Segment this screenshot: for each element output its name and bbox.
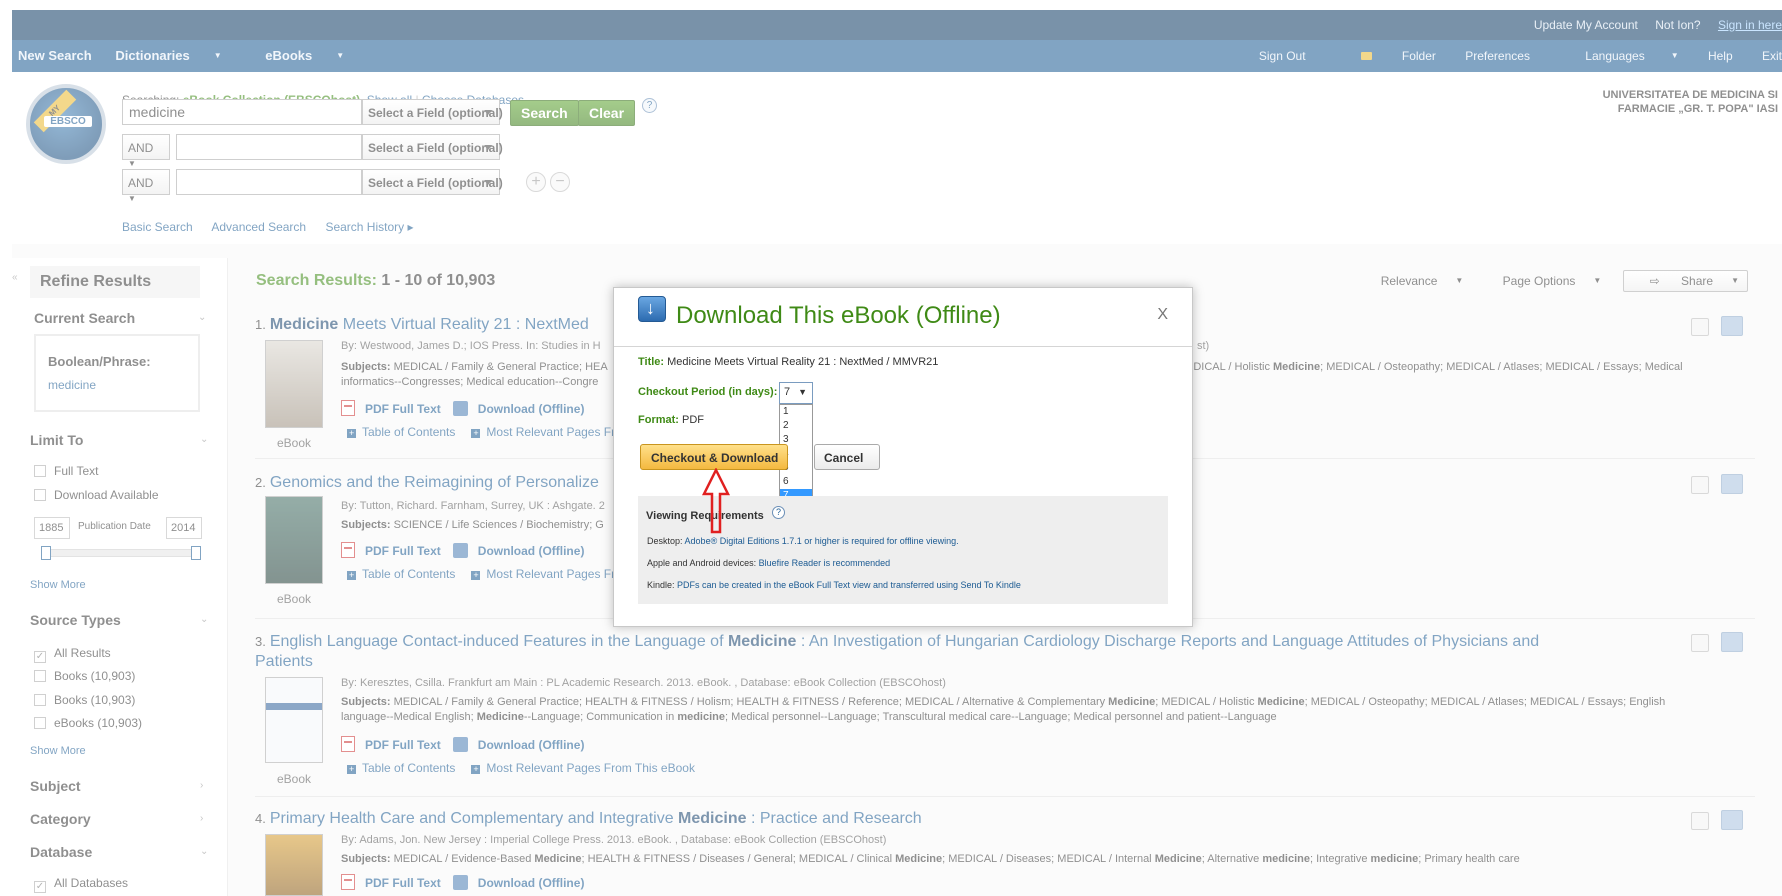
dialog-title: Download This eBook (Offline) bbox=[676, 302, 1001, 329]
chevron-down-icon: ▼ bbox=[798, 387, 807, 397]
red-arrow-annotation bbox=[701, 468, 731, 534]
kindle-label: Kindle: bbox=[647, 580, 675, 590]
download-ebook-dialog: Download This eBook (Offline) X Title: M… bbox=[613, 287, 1193, 627]
checkout-period-select[interactable]: 7 ▼ bbox=[779, 382, 813, 404]
cancel-button[interactable]: Cancel bbox=[814, 444, 880, 470]
period-label: Checkout Period (in days): bbox=[638, 386, 778, 398]
mobile-requirement: Apple and Android devices: Bluefire Read… bbox=[647, 558, 890, 568]
title-label: Title: bbox=[638, 356, 665, 368]
period-option[interactable]: 2 bbox=[780, 419, 812, 433]
mobile-label: Apple and Android devices: bbox=[647, 558, 757, 568]
dialog-divider bbox=[614, 346, 1192, 347]
checkout-download-button[interactable]: Checkout & Download bbox=[640, 444, 788, 470]
desktop-label: Desktop: bbox=[647, 536, 683, 546]
format-row: Format: PDF bbox=[638, 414, 704, 426]
close-icon[interactable]: X bbox=[1157, 306, 1168, 324]
dialog-title-row: Title: Medicine Meets Virtual Reality 21… bbox=[638, 356, 938, 368]
download-icon bbox=[638, 296, 666, 322]
period-option[interactable]: 6 bbox=[780, 475, 812, 489]
format-label: Format: bbox=[638, 414, 679, 426]
bluefire-link[interactable]: Bluefire Reader is recommended bbox=[759, 558, 891, 568]
kindle-link[interactable]: PDFs can be created in the eBook Full Te… bbox=[677, 580, 1021, 590]
title-value: Medicine Meets Virtual Reality 21 : Next… bbox=[667, 356, 939, 368]
period-option[interactable]: 1 bbox=[780, 405, 812, 419]
help-icon[interactable]: ? bbox=[772, 506, 785, 519]
checkout-period-label: Checkout Period (in days): bbox=[638, 386, 777, 398]
kindle-requirement: Kindle: PDFs can be created in the eBook… bbox=[647, 580, 1021, 590]
adobe-link[interactable]: Adobe® Digital Editions 1.7.1 or higher … bbox=[685, 536, 959, 546]
format-value: PDF bbox=[682, 414, 705, 426]
desktop-requirement: Desktop: Adobe® Digital Editions 1.7.1 o… bbox=[647, 536, 959, 546]
period-value: 7 bbox=[784, 386, 791, 398]
